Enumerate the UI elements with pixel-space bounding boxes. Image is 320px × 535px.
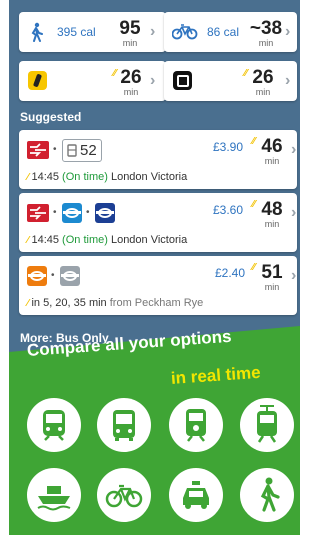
route-departure: ⁄ in 5, 20, 35 min from Peckham Rye [27,297,204,309]
taxi-app-icon [28,71,47,90]
overground-icon [27,266,47,286]
route-price: £3.60 [213,203,244,217]
underground-icon [95,203,115,223]
tram-icon [186,409,206,442]
route-price: £2.40 [215,266,246,280]
separator-dot: • [53,207,57,218]
chevron-right-icon: › [291,204,297,221]
route-card[interactable]: • 52 £3.90 ⁄⁄ 46 min › ⁄ 14:45 (On time)… [19,130,297,189]
chevron-right-icon: › [285,23,291,40]
suggested-title: Suggested [20,110,82,124]
chevron-right-icon: › [285,72,291,89]
realtime-icon: ⁄⁄ [252,136,256,147]
route-duration: 51 min [261,262,283,292]
national-rail-icon [27,204,49,222]
bike-calories: 86 cal [207,25,240,39]
walk-calories: 395 cal [57,25,96,39]
train-icon [43,410,65,441]
bus-mode-button[interactable] [97,398,151,452]
overground-icon [62,203,82,223]
walk-icon [31,22,43,42]
route-card[interactable]: • £2.40 ⁄⁄ 51 min › ⁄ in 5, 20, 35 min f… [19,256,297,315]
walk-icon [260,477,280,512]
tram-mode-button[interactable] [169,398,223,452]
walk-mode-button[interactable] [240,468,294,522]
taxi-option-card[interactable]: ⁄⁄ 26 min › [19,61,166,101]
realtime-icon: ⁄⁄ [244,68,248,79]
separator-dot: • [51,270,55,281]
uber-icon [173,71,192,90]
bike-icon [105,484,143,508]
light-rail-icon [257,405,277,443]
app-screen: 395 cal 95 min › 86 cal ~38 min › ⁄⁄ 26 … [9,0,300,535]
taxi-duration: 26 min [120,67,142,97]
separator-dot: • [53,144,57,155]
taxi-mode-button[interactable] [169,468,223,522]
light-rail-mode-button[interactable] [240,398,294,452]
realtime-icon: ⁄⁄ [113,68,117,79]
national-rail-icon [27,141,49,159]
bike-option-card[interactable]: 86 cal ~38 min › [164,12,297,52]
bus-icon [67,143,77,157]
ferry-icon [37,486,71,511]
train-mode-button[interactable] [27,398,81,452]
bike-duration: ~38 min [249,18,283,48]
chevron-right-icon: › [291,267,297,284]
uber-duration: 26 min [252,67,274,97]
rail-icon [60,266,80,286]
taxi-icon [183,481,209,509]
bus-route-badge: 52 [62,139,102,162]
realtime-icon: ⁄⁄ [252,262,256,273]
route-departure: ⁄ 14:45 (On time) London Victoria [27,171,188,183]
uber-option-card[interactable]: ⁄⁄ 26 min › [164,61,297,101]
bus-icon [113,410,135,441]
realtime-icon: ⁄⁄ [252,199,256,210]
route-card[interactable]: • • £3.60 ⁄⁄ 48 min › ⁄ 14:45 (On time) … [19,193,297,252]
route-departure: ⁄ 14:45 (On time) London Victoria [27,234,188,246]
chevron-right-icon: › [150,72,156,89]
bus-line-number: 52 [80,142,97,159]
walk-option-card[interactable]: 395 cal 95 min › [19,12,166,52]
ferry-mode-button[interactable] [27,468,81,522]
route-price: £3.90 [213,140,244,154]
route-duration: 46 min [261,136,283,166]
bicycle-icon [172,24,198,40]
bike-mode-button[interactable] [97,468,151,522]
chevron-right-icon: › [150,23,156,40]
chevron-right-icon: › [291,141,297,158]
separator-dot: • [86,207,90,218]
route-duration: 48 min [261,199,283,229]
walk-duration: 95 min [119,18,141,48]
